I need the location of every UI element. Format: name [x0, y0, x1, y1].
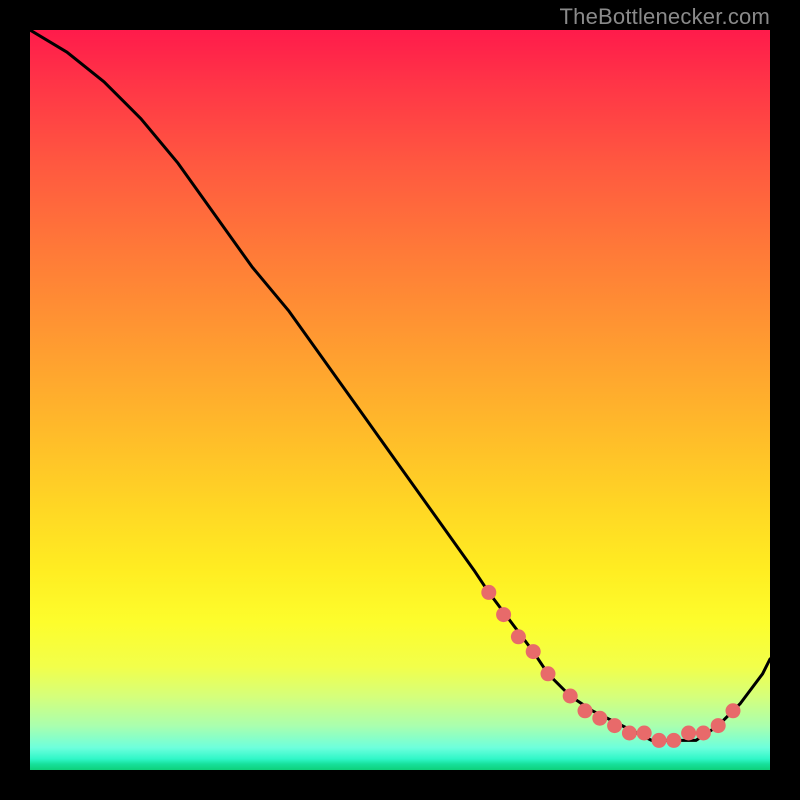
curve-marker [681, 726, 696, 741]
curve-marker [696, 726, 711, 741]
curve-marker [726, 703, 741, 718]
curve-marker [607, 718, 622, 733]
curve-marker [481, 585, 496, 600]
chart-frame: TheBottlenecker.com [0, 0, 800, 800]
curve-marker [578, 703, 593, 718]
curve-marker [652, 733, 667, 748]
plot-area [30, 30, 770, 770]
curve-marker [541, 666, 556, 681]
curve-marker [511, 629, 526, 644]
curve-marker [592, 711, 607, 726]
bottleneck-curve [30, 30, 770, 770]
watermark-label: TheBottlenecker.com [560, 4, 770, 30]
curve-marker [496, 607, 511, 622]
curve-marker [563, 689, 578, 704]
curve-marker [637, 726, 652, 741]
curve-marker [526, 644, 541, 659]
curve-path [30, 30, 770, 740]
curve-marker [622, 726, 637, 741]
marker-group [481, 585, 740, 748]
curve-marker [666, 733, 681, 748]
curve-marker [711, 718, 726, 733]
